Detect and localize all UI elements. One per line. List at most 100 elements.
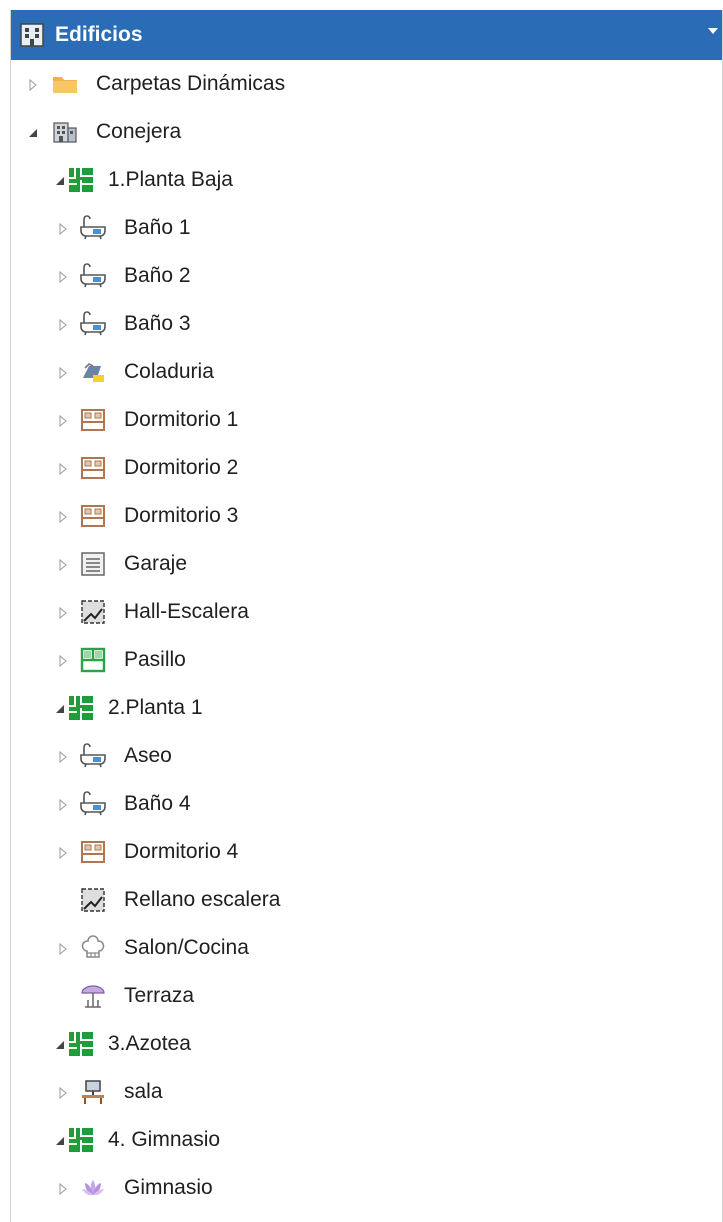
expander-expanded-icon[interactable]	[54, 174, 66, 186]
tree-node[interactable]: Baño 2	[11, 252, 722, 300]
tree-node[interactable]: Baño 4	[11, 780, 722, 828]
bathtub-icon	[79, 214, 107, 242]
expander-expanded-icon[interactable]	[54, 1038, 66, 1050]
panel-title: Edificios	[55, 23, 143, 46]
expander-collapsed-icon[interactable]	[57, 510, 69, 524]
expander-collapsed-icon[interactable]	[57, 270, 69, 284]
tree-node[interactable]: Conejera	[11, 108, 722, 156]
panel-header[interactable]: Edificios	[11, 10, 722, 60]
tree-node-label: Terraza	[124, 984, 195, 1007]
tree-node[interactable]: 3.Azotea	[11, 1020, 722, 1068]
expander-expanded-icon[interactable]	[27, 126, 39, 138]
tree-node-label: Baño 3	[124, 312, 191, 335]
expander-collapsed-icon[interactable]	[57, 750, 69, 764]
expander-expanded-icon[interactable]	[54, 1134, 66, 1146]
hallway-icon	[79, 646, 107, 674]
garage-icon	[79, 550, 107, 578]
tree-node-label: Rellano escalera	[124, 888, 281, 911]
tree-node-label: Dormitorio 1	[124, 408, 239, 431]
expander-collapsed-icon[interactable]	[57, 462, 69, 476]
bed-icon	[79, 406, 107, 434]
chef-hat-icon	[79, 934, 107, 962]
bathtub-icon	[79, 262, 107, 290]
umbrella-icon	[79, 982, 107, 1010]
tree-node-label: 2.Planta 1	[108, 696, 203, 719]
expander-collapsed-icon[interactable]	[57, 1182, 69, 1196]
tree-node-label: Hall-Escalera	[124, 600, 249, 623]
expander-collapsed-icon[interactable]	[57, 846, 69, 860]
laundry-icon	[79, 358, 107, 386]
tree-node-label: Dormitorio 2	[124, 456, 239, 479]
tree-node-label: Dormitorio 4	[124, 840, 239, 863]
expander-collapsed-icon[interactable]	[57, 222, 69, 236]
bed-icon	[79, 502, 107, 530]
tree-node[interactable]: 1.Planta Baja	[11, 156, 722, 204]
bathtub-icon	[79, 310, 107, 338]
floor-plan-icon	[67, 694, 95, 722]
expander-collapsed-icon[interactable]	[57, 318, 69, 332]
computer-desk-icon	[79, 1078, 107, 1106]
tree-node[interactable]: Hall-Escalera	[11, 588, 722, 636]
tree-node-label: Baño 1	[124, 216, 191, 239]
expander-collapsed-icon[interactable]	[27, 78, 39, 92]
tree-node[interactable]: Pasillo	[11, 636, 722, 684]
tree-node[interactable]: Salon/Cocina	[11, 924, 722, 972]
tree-node-label: Gimnasio	[124, 1176, 213, 1199]
bathtub-icon	[79, 790, 107, 818]
building-icon	[51, 118, 79, 146]
tree-node-label: Pasillo	[124, 648, 186, 671]
tree-node[interactable]: Garaje	[11, 540, 722, 588]
tree-node[interactable]: Dormitorio 4	[11, 828, 722, 876]
tree-node-label: Garaje	[124, 552, 188, 575]
folder-icon	[51, 70, 79, 98]
tree-node[interactable]: Carpetas Dinámicas	[11, 60, 722, 108]
tree-node[interactable]: Aseo	[11, 732, 722, 780]
tree-node-label: Conejera	[96, 120, 182, 143]
expander-collapsed-icon[interactable]	[57, 558, 69, 572]
floor-plan-icon	[67, 1030, 95, 1058]
floor-plan-icon	[67, 166, 95, 194]
tree-node-label: 3.Azotea	[108, 1032, 191, 1055]
tree-node[interactable]: sala	[11, 1068, 722, 1116]
bed-icon	[79, 454, 107, 482]
expander-expanded-icon[interactable]	[54, 702, 66, 714]
tree-node-label: 4. Gimnasio	[108, 1128, 221, 1151]
stairs-icon	[79, 886, 107, 914]
tree-node[interactable]: Dormitorio 2	[11, 444, 722, 492]
expander-collapsed-icon[interactable]	[57, 414, 69, 428]
tree-node-label: 1.Planta Baja	[108, 168, 233, 191]
tree-node-label: sala	[124, 1080, 163, 1103]
expander-collapsed-icon[interactable]	[57, 1086, 69, 1100]
buildings-panel: Edificios Carpetas Dinámicas Conejera 1.Pl…	[10, 10, 723, 1222]
tree-node-label: Baño 4	[124, 792, 191, 815]
tree-node[interactable]: 2.Planta 1	[11, 684, 722, 732]
tree-node[interactable]: Gimnasio	[11, 1164, 722, 1212]
building-tree: Carpetas Dinámicas Conejera 1.Planta Baja B…	[11, 60, 722, 1212]
tree-node-label: Coladuria	[124, 360, 214, 383]
tree-node[interactable]: Terraza	[11, 972, 722, 1020]
floor-plan-icon	[67, 1126, 95, 1154]
tree-node[interactable]: Baño 3	[11, 300, 722, 348]
tree-node[interactable]: Dormitorio 1	[11, 396, 722, 444]
tree-node[interactable]: Baño 1	[11, 204, 722, 252]
bed-icon	[79, 838, 107, 866]
bathtub-icon	[79, 742, 107, 770]
tree-node[interactable]: Dormitorio 3	[11, 492, 722, 540]
chevron-down-icon[interactable]	[708, 28, 718, 34]
tree-node-label: Salon/Cocina	[124, 936, 249, 959]
expander-collapsed-icon[interactable]	[57, 366, 69, 380]
expander-collapsed-icon[interactable]	[57, 942, 69, 956]
stairs-icon	[79, 598, 107, 626]
tree-node-label: Carpetas Dinámicas	[96, 72, 286, 95]
tree-node-label: Aseo	[124, 744, 172, 767]
tree-node[interactable]: 4. Gimnasio	[11, 1116, 722, 1164]
tree-node[interactable]: Coladuria	[11, 348, 722, 396]
expander-collapsed-icon[interactable]	[57, 654, 69, 668]
lotus-icon	[79, 1174, 107, 1202]
building-icon	[20, 23, 44, 47]
tree-node-label: Dormitorio 3	[124, 504, 239, 527]
expander-collapsed-icon[interactable]	[57, 606, 69, 620]
expander-collapsed-icon[interactable]	[57, 798, 69, 812]
tree-node-label: Baño 2	[124, 264, 191, 287]
tree-node[interactable]: Rellano escalera	[11, 876, 722, 924]
